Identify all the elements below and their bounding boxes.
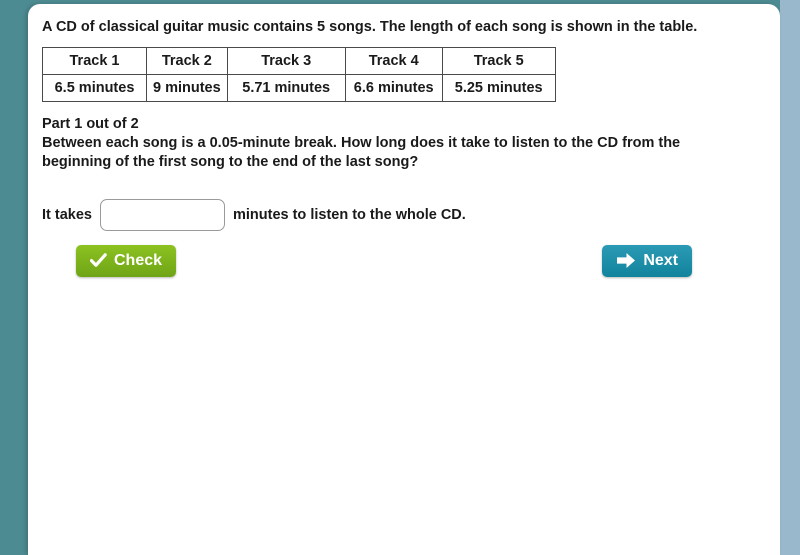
answer-input[interactable] — [99, 198, 225, 231]
checkmark-icon — [89, 253, 107, 268]
table-cell: 5.71 minutes — [226, 73, 346, 102]
table-header-cell: Track 3 — [226, 46, 346, 75]
answer-sentence-row: It takes minutes to listen to the whole … — [42, 198, 762, 231]
answer-prefix-label: It takes — [42, 206, 92, 223]
table-header-cell: Track 5 — [441, 46, 556, 75]
table-row: 6.5 minutes 9 minutes 5.71 minutes 6.6 m… — [42, 73, 556, 102]
right-edge-strip — [780, 0, 800, 555]
table-header-row: Track 1 Track 2 Track 3 Track 4 Track 5 — [42, 46, 556, 75]
table-header-cell: Track 4 — [344, 46, 443, 75]
answer-suffix-label: minutes to listen to the whole CD. — [232, 206, 466, 223]
problem-intro-text: A CD of classical guitar music contains … — [42, 19, 698, 35]
table-cell: 6.5 minutes — [42, 73, 147, 102]
question-prompt: Between each song is a 0.05-minute break… — [42, 134, 681, 171]
question-panel: A CD of classical guitar music contains … — [28, 4, 780, 555]
table-header-cell: Track 2 — [146, 46, 228, 75]
next-button[interactable]: Next — [602, 244, 692, 277]
table-cell: 9 minutes — [146, 73, 228, 102]
action-buttons-row: Check Next — [42, 244, 762, 277]
table-cell: 6.6 minutes — [344, 73, 443, 102]
track-lengths-table: Track 1 Track 2 Track 3 Track 4 Track 5 … — [42, 46, 556, 102]
next-button-label: Next — [643, 251, 678, 269]
check-button-label: Check — [114, 251, 163, 269]
check-button[interactable]: Check — [76, 244, 177, 277]
arrow-right-icon — [616, 252, 636, 269]
table-header-cell: Track 1 — [42, 46, 147, 75]
part-indicator: Part 1 out of 2 — [42, 115, 139, 132]
table-cell: 5.25 minutes — [441, 73, 556, 102]
